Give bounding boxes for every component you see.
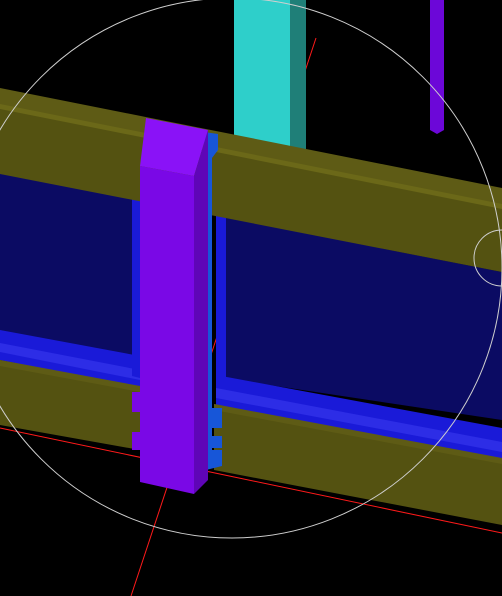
thin-violet-post[interactable] <box>430 0 444 134</box>
blue-post-notch-1 <box>212 408 222 428</box>
cyan-column-side[interactable] <box>290 0 306 158</box>
violet-post-notch-2 <box>132 432 140 450</box>
panel-stile-right <box>216 214 226 382</box>
violet-post-side[interactable] <box>194 130 208 494</box>
scene-canvas[interactable] <box>0 0 502 596</box>
panel-stile-left <box>132 198 140 378</box>
cyan-column-front[interactable] <box>234 0 290 155</box>
blue-post-notch-2 <box>212 436 222 448</box>
violet-post-notch-1 <box>132 392 140 412</box>
violet-post-front[interactable] <box>140 166 194 494</box>
3d-viewport[interactable] <box>0 0 502 596</box>
